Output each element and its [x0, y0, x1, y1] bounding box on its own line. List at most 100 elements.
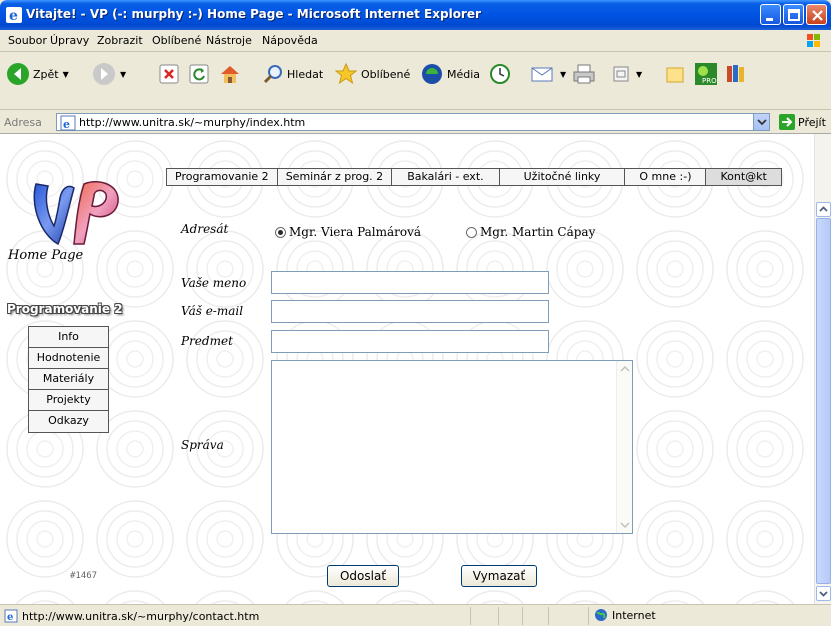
history-button[interactable]: [488, 60, 512, 88]
windows-logo-icon: [807, 34, 820, 47]
chevron-down-icon: ▼: [560, 69, 567, 79]
clear-button[interactable]: Vymazať: [461, 565, 537, 587]
books-icon: [727, 65, 744, 82]
status-divider: [548, 607, 549, 625]
nav-programovanie-2[interactable]: Programovanie 2: [167, 169, 278, 185]
maximize-icon: [788, 9, 800, 21]
globe-icon: [595, 609, 607, 621]
status-divider: [498, 607, 499, 625]
menu-tools[interactable]: Nástroje: [206, 34, 252, 47]
menu-edit[interactable]: Úpravy: [50, 34, 89, 47]
chevron-down-icon: ▼: [120, 69, 127, 79]
sidebar-item-info[interactable]: Info: [29, 327, 108, 348]
menu-help[interactable]: Nápověda: [262, 34, 318, 47]
ie-icon: e: [6, 7, 22, 23]
nav-o-mne[interactable]: O mne :-): [625, 169, 707, 185]
chevron-down-icon: ▼: [636, 69, 643, 79]
top-navigation: Programovanie 2 Seminár z prog. 2 Bakalá…: [166, 168, 782, 186]
message-label: Správa: [181, 438, 224, 452]
menu-view[interactable]: Zobrazit: [97, 34, 143, 47]
menu-favorites[interactable]: Oblíbené: [152, 34, 201, 47]
address-dropdown-button[interactable]: [753, 114, 769, 130]
status-divider: [470, 607, 471, 625]
status-bar: e http://www.unitra.sk/~murphy/contact.h…: [0, 604, 831, 626]
textarea-scroll-arrows: [620, 365, 630, 529]
home-page-caption: Home Page: [8, 248, 84, 263]
minimize-icon: [766, 18, 773, 21]
ie-page-icon: e: [4, 609, 18, 623]
scroll-thumb[interactable]: [816, 218, 831, 584]
pro-icon: PRO: [695, 63, 717, 85]
forward-button[interactable]: ▼: [92, 60, 126, 88]
nav-uzitocne-linky[interactable]: Užitočné linky: [499, 169, 626, 185]
favorites-button[interactable]: Oblíbené: [334, 60, 410, 88]
folder-icon: [666, 67, 684, 83]
visit-counter: #1467: [70, 571, 98, 581]
address-input[interactable]: e http://www.unitra.sk/~murphy/index.htm: [56, 113, 770, 131]
page-scrollbar[interactable]: [814, 134, 831, 604]
status-text: http://www.unitra.sk/~murphy/contact.htm: [22, 610, 260, 623]
page-viewport[interactable]: Programovanie 2 Seminár z prog. 2 Bakalá…: [0, 134, 814, 604]
chevron-down-icon: [819, 591, 828, 597]
scroll-down-button[interactable]: [816, 586, 831, 601]
security-zone: Internet: [594, 608, 656, 622]
refresh-button[interactable]: [188, 60, 210, 88]
chevron-up-icon: [819, 206, 828, 212]
sidebar-item-projekty[interactable]: Projekty: [29, 390, 108, 411]
send-button[interactable]: Odoslať: [327, 565, 399, 587]
svg-text:e: e: [63, 118, 70, 131]
title-bar[interactable]: e Vitajte! - VP (-: murphy :-) Home Page…: [0, 0, 831, 30]
radio-selected-icon: [275, 226, 286, 238]
mail-button[interactable]: ▼: [530, 60, 566, 88]
address-url: http://www.unitra.sk/~murphy/index.htm: [79, 116, 306, 129]
svg-text:e: e: [9, 8, 18, 23]
home-icon: [221, 66, 239, 83]
minimize-button[interactable]: [760, 4, 781, 25]
subject-input[interactable]: [271, 330, 549, 353]
nav-bakalari[interactable]: Bakalári - ext.: [392, 169, 500, 185]
menu-bar: Soubor Úpravy Zobrazit Oblíbené Nástroje…: [0, 30, 831, 52]
recipient-label: Adresát: [181, 222, 229, 236]
nav-kontakt[interactable]: Kont@kt: [706, 169, 781, 185]
sidebar-item-odkazy[interactable]: Odkazy: [29, 411, 108, 432]
name-input[interactable]: [271, 271, 549, 294]
media-button[interactable]: Média: [420, 60, 480, 88]
textarea-scrollbar[interactable]: [616, 361, 632, 533]
recipient-radio-palmarova[interactable]: Mgr. Viera Palmárová: [275, 225, 421, 239]
go-button[interactable]: Přejít: [778, 113, 826, 131]
discuss-button[interactable]: [664, 60, 686, 88]
scroll-up-button[interactable]: [816, 202, 831, 217]
mail-icon: [531, 67, 553, 82]
print-icon: [573, 64, 595, 84]
print-button[interactable]: [572, 60, 596, 88]
message-textarea[interactable]: [271, 360, 633, 534]
page-icon: [613, 66, 629, 82]
edit-button[interactable]: ▼: [610, 60, 642, 88]
chevron-down-icon: ▼: [62, 69, 69, 79]
messenger-button[interactable]: PRO: [694, 60, 718, 88]
close-button[interactable]: [806, 4, 827, 25]
home-button[interactable]: [218, 60, 242, 88]
stop-button[interactable]: [158, 60, 180, 88]
name-label: Vaše meno: [181, 276, 247, 290]
sidebar-section-title: Programovanie 2: [7, 302, 123, 316]
history-icon: [490, 64, 510, 84]
nav-seminar[interactable]: Seminár z prog. 2: [277, 169, 393, 185]
forward-arrow-icon: [93, 63, 115, 85]
recipient-radio-capay[interactable]: Mgr. Martin Cápay: [466, 225, 595, 239]
vp-logo[interactable]: [28, 174, 128, 252]
stop-icon: [159, 64, 179, 84]
email-input[interactable]: [271, 300, 549, 323]
sidebar-item-materialy[interactable]: Materiály: [29, 369, 108, 390]
research-button[interactable]: [724, 60, 748, 88]
address-bar: Adresa e http://www.unitra.sk/~murphy/in…: [0, 110, 831, 134]
sidebar-item-hodnotenie[interactable]: Hodnotenie: [29, 348, 108, 369]
menu-file[interactable]: Soubor: [8, 34, 47, 47]
chevron-down-icon: [757, 119, 767, 126]
search-button[interactable]: Hledat: [262, 60, 323, 88]
window-title: Vitajte! - VP (-: murphy :-) Home Page -…: [26, 7, 481, 21]
back-button[interactable]: Zpět ▼: [6, 60, 69, 88]
go-arrow-icon: [779, 114, 795, 130]
maximize-button[interactable]: [783, 4, 804, 25]
status-divider: [522, 607, 523, 625]
